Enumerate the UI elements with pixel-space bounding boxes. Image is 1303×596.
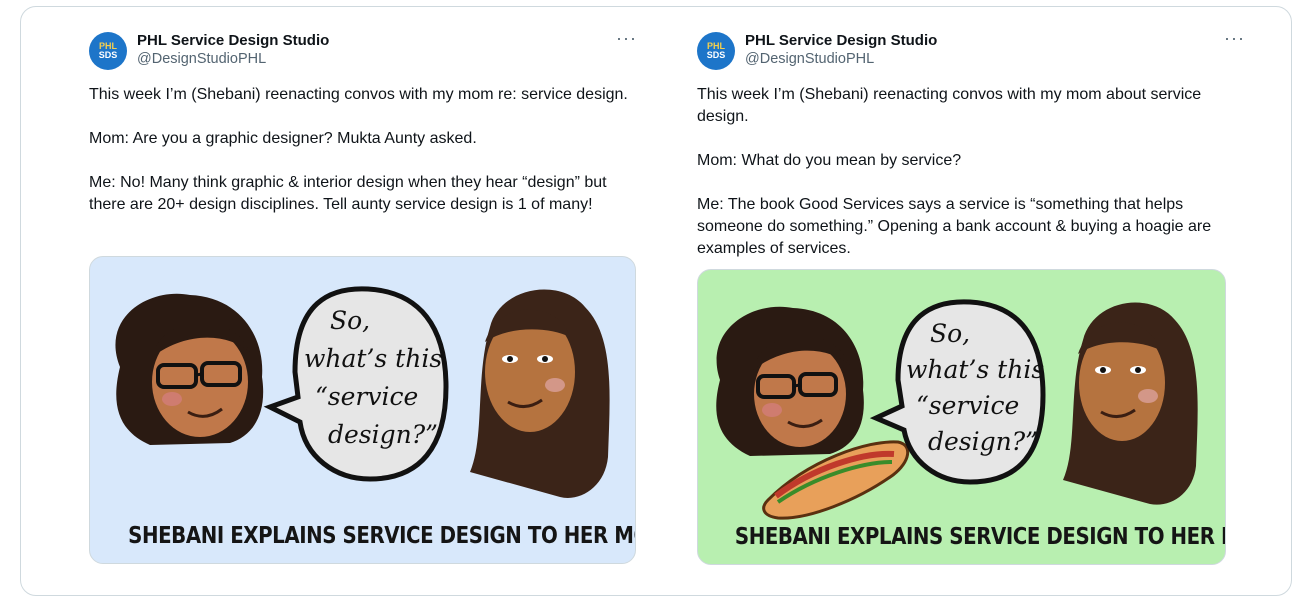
speech-line: So,: [930, 319, 970, 348]
more-options-icon[interactable]: ···: [616, 28, 637, 49]
speech-bubble: So, what’s this “service design?”: [263, 286, 449, 482]
speech-line: what’s this: [304, 344, 442, 373]
speech-line: “service: [315, 382, 418, 411]
author-name[interactable]: PHL Service Design Studio: [137, 31, 329, 50]
mom-portrait: [1063, 302, 1198, 505]
illustration: So, what’s this “service design?”: [115, 286, 610, 498]
avatar[interactable]: PHL SDS: [89, 32, 127, 70]
tweet-2[interactable]: PHL SDS PHL Service Design Studio @Desig…: [697, 28, 1245, 260]
speech-line: design?”: [328, 420, 438, 449]
tweet-paragraph: Me: The book Good Services says a servic…: [697, 196, 1212, 257]
tweet-paragraph: This week I’m (Shebani) reenacting convo…: [697, 86, 1202, 125]
tweet-header: PHL SDS PHL Service Design Studio @Desig…: [697, 28, 1245, 70]
image-caption: SHEBANI EXPLAINS SERVICE DESIGN TO HER M…: [128, 523, 635, 549]
author-handle[interactable]: @DesignStudioPHL: [137, 50, 329, 69]
speech-line: design?”: [928, 427, 1038, 456]
tweet-paragraph: Mom: What do you mean by service?: [697, 152, 962, 169]
illustration: So, what’s this “service design?”: [716, 299, 1198, 520]
more-options-icon[interactable]: ···: [1224, 28, 1245, 49]
speech-line: So,: [330, 306, 370, 335]
tweet-text: This week I’m (Shebani) reenacting convo…: [697, 84, 1245, 260]
image-caption: SHEBANI EXPLAINS SERVICE DESIGN TO HER M…: [734, 524, 1225, 550]
avatar-text-bottom: SDS: [98, 50, 118, 60]
shebani-portrait: [115, 293, 264, 445]
mom-portrait: [470, 289, 610, 498]
avatar[interactable]: PHL SDS: [697, 32, 735, 70]
author-handle[interactable]: @DesignStudioPHL: [745, 50, 937, 69]
tweet-paragraph: Me: No! Many think graphic & interior de…: [89, 174, 607, 213]
speech-line: “service: [916, 391, 1019, 420]
tweet-image[interactable]: So, what’s this “service design?” SHEBAN…: [89, 256, 636, 564]
tweet-header: PHL SDS PHL Service Design Studio @Desig…: [89, 28, 637, 70]
tweet-paragraph: This week I’m (Shebani) reenacting convo…: [89, 86, 628, 103]
tweet-text: This week I’m (Shebani) reenacting convo…: [89, 84, 637, 216]
author-name[interactable]: PHL Service Design Studio: [745, 31, 937, 50]
tweet-paragraph: Mom: Are you a graphic designer? Mukta A…: [89, 130, 477, 147]
tweet-1[interactable]: PHL SDS PHL Service Design Studio @Desig…: [89, 28, 637, 216]
tweet-image[interactable]: So, what’s this “service design?” SHEBAN…: [697, 269, 1226, 565]
avatar-text-bottom: SDS: [706, 50, 726, 60]
shebani-portrait: [716, 306, 864, 456]
speech-line: what’s this: [906, 355, 1044, 384]
